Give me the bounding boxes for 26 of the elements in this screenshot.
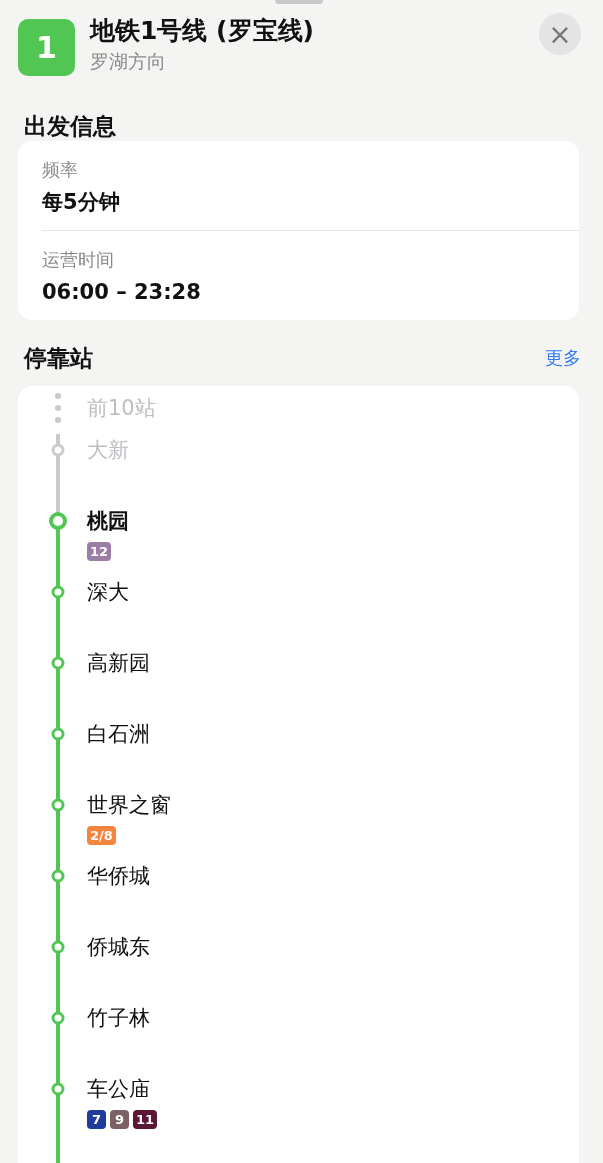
transfer-line-badge: 9 [110, 1110, 129, 1129]
station-name[interactable]: 车公庙 [87, 1068, 150, 1110]
more-link[interactable]: 更多 [545, 346, 581, 370]
station-name[interactable]: 竹子林 [87, 997, 150, 1039]
station-name[interactable]: 华侨城 [87, 855, 150, 897]
section-title: 出发信息 [24, 112, 117, 141]
station-name[interactable]: 侨城东 [87, 926, 150, 968]
info-label: 运营时间 [42, 248, 115, 272]
transfer-line-badge: 11 [133, 1110, 158, 1129]
section-title: 停靠站 [24, 344, 93, 373]
info-label: 频率 [42, 158, 79, 182]
direction-label: 罗湖方向 [90, 49, 167, 74]
info-value: 每5分钟 [42, 189, 121, 216]
line-title: 地铁1号线 (罗宝线) [90, 17, 315, 45]
transfer-line-badge: 12 [87, 542, 112, 561]
station-name[interactable]: 白石洲 [87, 713, 150, 755]
info-value: 06:00 – 23:28 [42, 279, 202, 306]
station-name[interactable]: 世界之窗 [87, 784, 171, 826]
line-number-badge: 1 [18, 19, 75, 76]
close-button[interactable]: × [539, 13, 581, 55]
station-name[interactable]: 高新园 [87, 642, 150, 684]
collapsed-stops-icon[interactable] [55, 393, 61, 423]
station-name[interactable]: 深大 [87, 571, 129, 613]
transfer-line-badge: 2/8 [87, 826, 116, 845]
transfer-line-badge: 7 [87, 1110, 106, 1129]
station-name[interactable]: 桃园 [87, 500, 129, 542]
